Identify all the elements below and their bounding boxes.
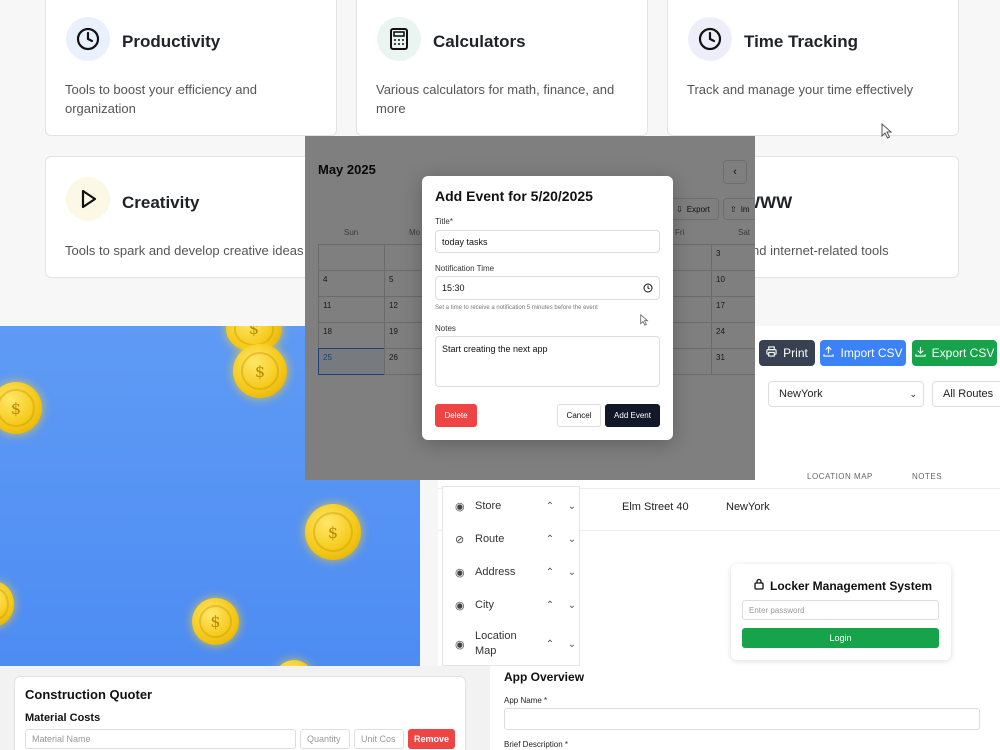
category-card-calculators[interactable]: Calculators Various calculators for math… bbox=[356, 0, 648, 136]
export-csv-button[interactable]: Export CSV bbox=[912, 340, 997, 366]
print-button-label: Print bbox=[783, 346, 808, 360]
clock-icon bbox=[66, 17, 110, 61]
category-title: Time Tracking bbox=[744, 32, 859, 51]
chevron-down-icon[interactable]: ⌄ bbox=[563, 600, 581, 611]
category-description: Tools to boost your efficiency and organ… bbox=[65, 82, 257, 116]
notes-value: Start creating the next app bbox=[442, 344, 548, 354]
field-item-city[interactable]: ◉ City ⌃ ⌄ bbox=[455, 598, 581, 613]
delete-button[interactable]: Delete bbox=[435, 404, 477, 427]
eye-icon[interactable]: ◉ bbox=[455, 566, 469, 579]
category-card-creativity[interactable]: Creativity Tools to spark and develop cr… bbox=[45, 156, 337, 278]
category-description: Track and manage your time effectively bbox=[687, 82, 914, 97]
locker-title-row: Locker Management System bbox=[753, 577, 932, 595]
field-item-location-map[interactable]: ◉ Location Map ⌃ ⌄ bbox=[455, 629, 581, 659]
coin-icon: $ bbox=[233, 344, 287, 398]
chevron-up-icon[interactable]: ⌃ bbox=[541, 567, 559, 578]
clock-icon[interactable] bbox=[643, 283, 653, 295]
download-icon bbox=[915, 346, 926, 360]
coin-icon: $ bbox=[0, 582, 14, 626]
category-card-productivity[interactable]: Productivity Tools to boost your efficie… bbox=[45, 0, 337, 136]
notes-label: Notes bbox=[435, 324, 456, 333]
category-title: Creativity bbox=[122, 193, 200, 212]
category-description: Tools to spark and develop creative idea… bbox=[65, 243, 304, 258]
print-button[interactable]: Print bbox=[759, 340, 815, 366]
row-address: Elm Street 40 bbox=[622, 501, 689, 513]
unit-cost-input[interactable]: Unit Cos bbox=[354, 729, 404, 749]
chevron-down-icon[interactable]: ⌄ bbox=[563, 639, 581, 650]
category-description: Various calculators for math, finance, a… bbox=[376, 82, 615, 116]
mouse-cursor-icon bbox=[881, 122, 893, 144]
eye-icon[interactable]: ◉ bbox=[455, 638, 469, 651]
column-header-location-map: LOCATION MAP bbox=[807, 472, 873, 481]
app-name-input[interactable] bbox=[504, 708, 980, 730]
add-event-modal: Add Event for 5/20/2025 Title* today tas… bbox=[422, 176, 673, 440]
route-select-value: All Routes bbox=[943, 388, 994, 400]
chevron-down-icon[interactable]: ⌄ bbox=[563, 534, 581, 545]
printer-icon bbox=[766, 346, 777, 360]
app-name-label: App Name * bbox=[504, 696, 548, 705]
row-city: NewYork bbox=[726, 501, 770, 513]
quoter-card: Construction Quoter Material Costs Mater… bbox=[14, 676, 466, 750]
category-card-time-tracking[interactable]: Time Tracking Track and manage your time… bbox=[667, 0, 959, 139]
quoter-title: Construction Quoter bbox=[25, 687, 153, 702]
title-input[interactable]: today tasks bbox=[435, 230, 660, 253]
add-event-button[interactable]: Add Event bbox=[605, 404, 660, 427]
coin-icon: $ bbox=[0, 382, 42, 434]
chevron-down-icon: ⌄ bbox=[909, 388, 917, 399]
brief-description-label: Brief Description * bbox=[504, 740, 569, 749]
quantity-input[interactable]: Quantity bbox=[300, 729, 350, 749]
field-visibility-list: ◉ Store ⌃ ⌄ ⊘ Route ⌃ ⌄ ◉ Address ⌃ ⌄ ◉ … bbox=[442, 486, 580, 666]
title-label: Title* bbox=[435, 217, 453, 226]
import-csv-label: Import CSV bbox=[840, 346, 903, 360]
chevron-up-icon[interactable]: ⌃ bbox=[541, 534, 559, 545]
notification-time-label: Notification Time bbox=[435, 264, 495, 273]
category-title: Productivity bbox=[122, 32, 221, 51]
chevron-up-icon[interactable]: ⌃ bbox=[541, 639, 559, 650]
clock-icon bbox=[688, 17, 732, 61]
remove-button[interactable]: Remove bbox=[408, 729, 455, 749]
construction-quoter-panel: Construction Quoter Material Costs Mater… bbox=[0, 666, 490, 750]
lock-icon bbox=[753, 577, 765, 595]
locker-login-card: Locker Management System Enter password … bbox=[731, 564, 951, 660]
locker-title: Locker Management System bbox=[770, 579, 933, 593]
export-csv-label: Export CSV bbox=[931, 346, 995, 360]
cancel-button[interactable]: Cancel bbox=[557, 404, 601, 427]
field-item-address[interactable]: ◉ Address ⌃ ⌄ bbox=[455, 565, 581, 580]
mouse-cursor-icon bbox=[640, 313, 649, 331]
material-name-input[interactable]: Material Name bbox=[25, 729, 296, 749]
coin-icon: $ bbox=[305, 504, 361, 560]
calculator-icon bbox=[377, 17, 421, 61]
field-item-route[interactable]: ⊘ Route ⌃ ⌄ bbox=[455, 532, 581, 547]
app-overview-panel: App Overview App Name * Brief Descriptio… bbox=[490, 666, 1000, 750]
column-header-notes: NOTES bbox=[912, 472, 943, 481]
notification-time-hint: Set a time to receive a notification 5 m… bbox=[435, 305, 598, 311]
route-select[interactable]: All Routes bbox=[932, 381, 1000, 407]
coin-icon: $ bbox=[192, 598, 239, 645]
city-select[interactable]: NewYork ⌄ bbox=[768, 381, 924, 407]
login-button[interactable]: Login bbox=[742, 628, 939, 648]
play-icon bbox=[66, 177, 110, 221]
eye-icon[interactable]: ◉ bbox=[455, 599, 469, 612]
eye-icon[interactable]: ◉ bbox=[455, 500, 469, 513]
field-item-store[interactable]: ◉ Store ⌃ ⌄ bbox=[455, 499, 581, 514]
notification-time-input[interactable]: 15:30 bbox=[435, 276, 660, 300]
material-costs-heading: Material Costs bbox=[25, 712, 101, 724]
category-title: Calculators bbox=[433, 32, 526, 51]
upload-icon bbox=[823, 346, 835, 360]
chevron-down-icon[interactable]: ⌄ bbox=[563, 501, 581, 512]
chevron-up-icon[interactable]: ⌃ bbox=[541, 600, 559, 611]
city-select-value: NewYork bbox=[779, 388, 823, 400]
import-csv-button[interactable]: Import CSV bbox=[820, 340, 906, 366]
chevron-up-icon[interactable]: ⌃ bbox=[541, 501, 559, 512]
modal-title: Add Event for 5/20/2025 bbox=[435, 188, 593, 204]
eye-off-icon[interactable]: ⊘ bbox=[455, 533, 469, 546]
chevron-down-icon[interactable]: ⌄ bbox=[563, 567, 581, 578]
notes-textarea[interactable]: Start creating the next app bbox=[435, 336, 660, 387]
notification-time-value: 15:30 bbox=[442, 283, 465, 293]
app-overview-title: App Overview bbox=[504, 670, 585, 684]
password-input[interactable]: Enter password bbox=[742, 600, 939, 620]
